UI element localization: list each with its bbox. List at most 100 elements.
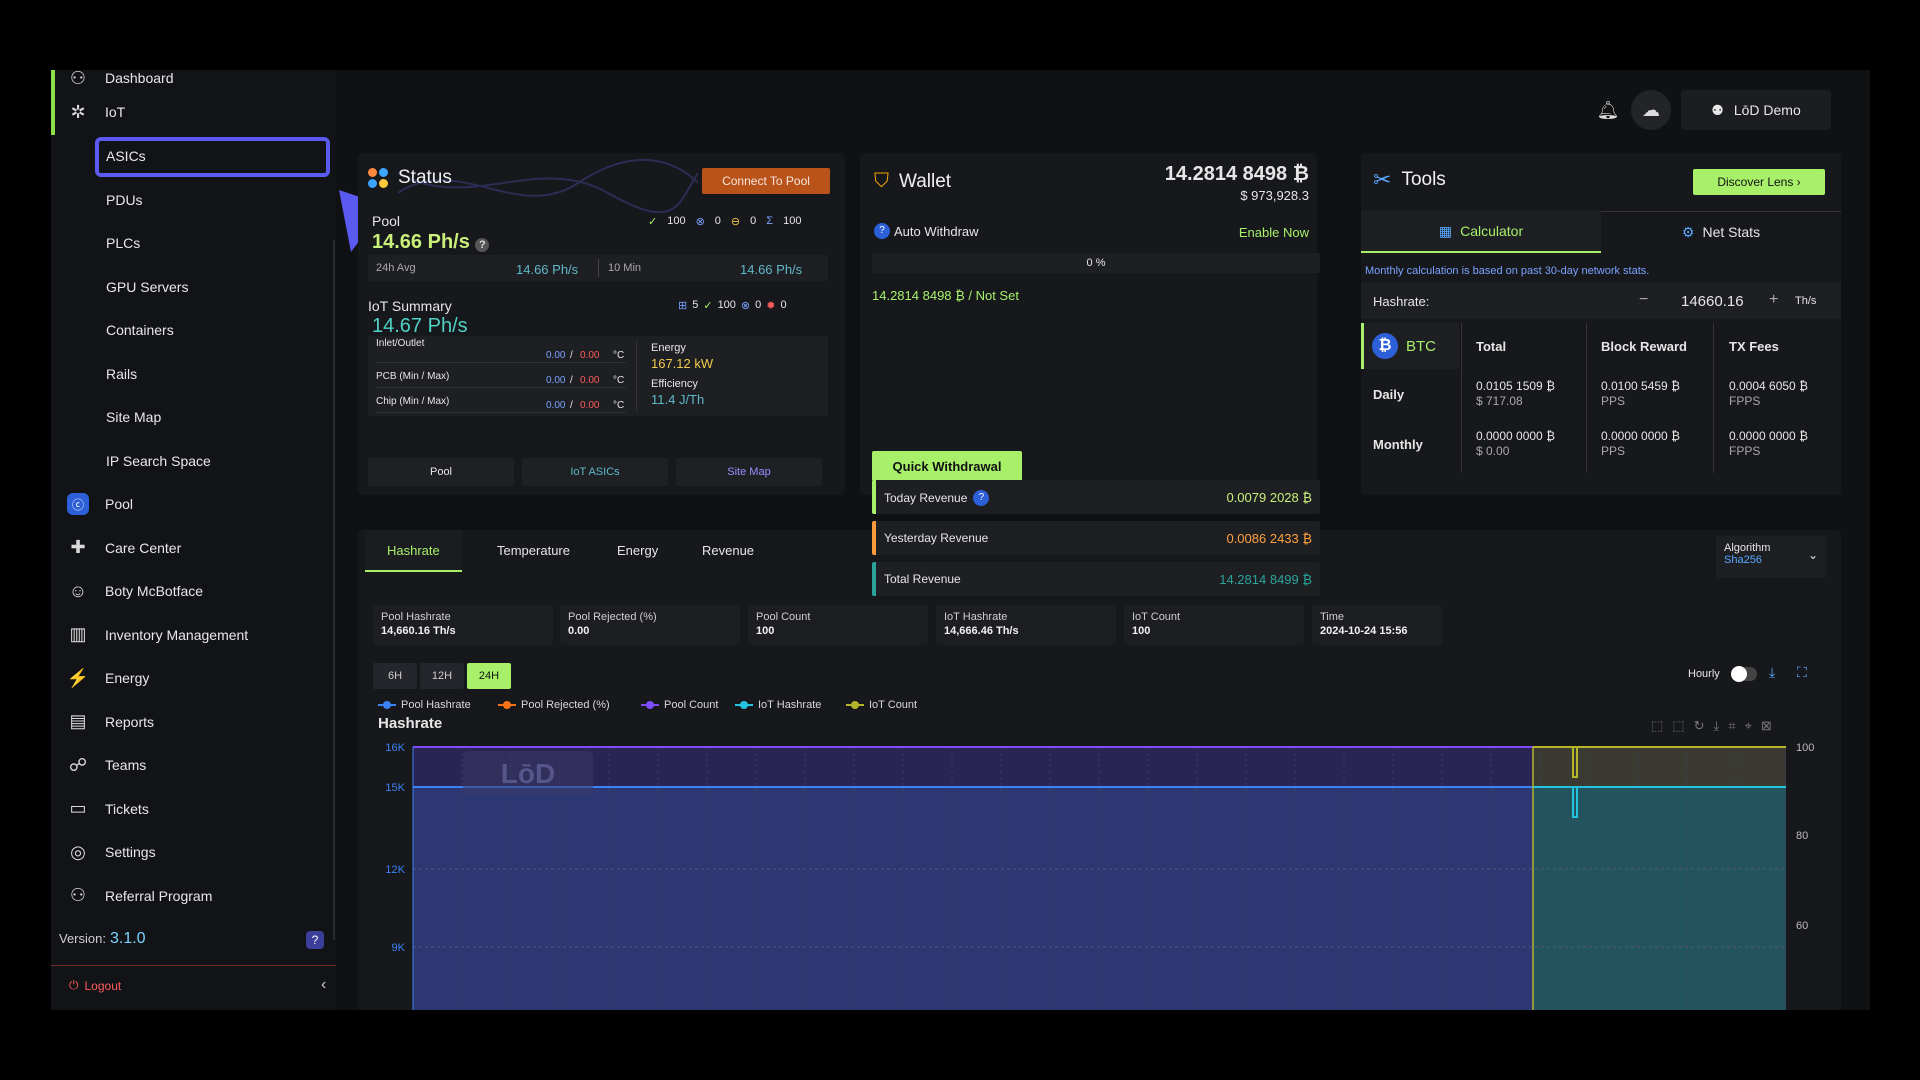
info-icon[interactable]: ? — [973, 490, 990, 506]
temps-box: Inlet/Outlet 0.00/0.00 °C PCB (Min / Max) 0.… — [368, 336, 828, 416]
info-icon[interactable]: ? — [874, 223, 890, 239]
status-panel: Status Connect To Pool Pool ✓ 100 ⊗ 0 ⊖ 0 Σ… — [358, 153, 845, 495]
inventory-icon: ▥ — [69, 624, 87, 644]
sidebar-item-boty-mcbotface[interactable]: ☺ Boty McBotface — [51, 571, 336, 611]
save-image-icon[interactable]: ⤓ — [1714, 718, 1720, 734]
sidebar-item-teams[interactable]: ☍ Teams — [51, 745, 336, 785]
info-icon[interactable]: ? — [475, 238, 490, 252]
range-6h[interactable]: 6H — [373, 663, 417, 689]
chart-toolbox: ⬚ ⬚ ↻ ⤓ ⌗ ⌖ ⊠ — [1651, 718, 1772, 734]
sidebar-subitem-containers[interactable]: Containers — [51, 310, 336, 350]
chart-tab-temperature[interactable]: Temperature — [475, 530, 592, 572]
pool-icon: ⓒ — [67, 493, 89, 515]
sidebar-subitem-plcs[interactable]: PLCs — [51, 223, 336, 263]
calc-table: ₿ BTC Total Block Reward TX Fees Daily 0.010… — [1361, 323, 1841, 473]
sidebar-item-pool[interactable]: ⓒ Pool — [51, 484, 336, 524]
tab-net-stats[interactable]: ⚙ Net Stats — [1601, 211, 1841, 253]
pool-label: Pool — [372, 213, 401, 229]
y-tick-right: 100 — [1796, 742, 1814, 754]
sidebar-subitem-gpu-servers[interactable]: GPU Servers — [51, 267, 336, 307]
sidebar-item-tickets[interactable]: ▭ Tickets — [51, 789, 336, 829]
collapse-sidebar-icon[interactable]: ‹ — [321, 976, 326, 994]
auto-withdraw: ? Auto Withdraw — [874, 223, 979, 239]
wallet-title: ⛉ Wallet — [874, 170, 952, 192]
pool-counts: ✓ 100 ⊗ 0 ⊖ 0 Σ 100 — [648, 215, 802, 228]
connect-to-pool-button[interactable]: Connect To Pool — [702, 168, 830, 194]
referral-icon: ⚇ — [69, 885, 87, 905]
legend-marker — [498, 701, 516, 709]
zoom-icon[interactable]: ⬚ — [1651, 718, 1663, 734]
sidebar: ⚇ Dashboard ✲ IoT ASICs PDUs PLCs GPU Serve… — [51, 70, 336, 1010]
sidebar-item-referral-program[interactable]: ⚇ Referral Program — [51, 876, 336, 916]
zoom-reset-icon[interactable]: ⬚ — [1672, 718, 1684, 734]
legend-marker — [641, 701, 659, 709]
y-tick-left: 16K — [385, 742, 405, 754]
watermark-text: LōD — [501, 758, 555, 789]
server-icon: ⊞ — [678, 300, 688, 312]
algorithm-select[interactable]: Algorithm Sha256 ⌄ — [1716, 536, 1826, 578]
hourly-label: Hourly — [1688, 668, 1720, 680]
chart-tab-revenue[interactable]: Revenue — [680, 530, 776, 572]
hashrate-input-row: Hashrate: − 14660.16 + Th/s — [1361, 283, 1841, 319]
tab-calculator[interactable]: ▦ Calculator — [1361, 211, 1601, 253]
stat-card-1: Pool Rejected (%) 0.00 — [560, 605, 740, 645]
chart-tab-energy[interactable]: Energy — [595, 530, 680, 572]
teams-icon: ☍ — [68, 754, 88, 775]
clear-icon[interactable]: ⊠ — [1761, 718, 1772, 734]
bell-icon[interactable]: 🔔︎ — [1588, 90, 1628, 130]
legend-0[interactable]: Pool Hashrate — [378, 699, 471, 711]
discover-lens-button[interactable]: Discover Lens › — [1693, 169, 1825, 195]
user-menu-button[interactable]: ⚉ LōD Demo — [1681, 90, 1831, 130]
check-icon: ✓ — [648, 216, 658, 228]
help-icon[interactable]: ? — [306, 931, 324, 949]
sidebar-item-settings[interactable]: ◎ Settings — [51, 832, 336, 872]
wallet-usd: $ 973,928.3 — [1240, 188, 1309, 203]
increment-icon[interactable]: + — [1769, 291, 1778, 309]
logout-button[interactable]: ⏻ Logout — [69, 978, 121, 993]
fullscreen-icon[interactable]: ⛶ — [1797, 664, 1807, 681]
brush-poly-icon[interactable]: ⌖ — [1745, 718, 1752, 734]
energy-icon: ⚡ — [66, 667, 90, 688]
iot-hashrate: 14.67 Ph/s — [372, 315, 468, 337]
quick-withdrawal-button[interactable]: Quick Withdrawal — [872, 451, 1022, 481]
sidebar-item-iot[interactable]: ✲ IoT — [51, 92, 336, 132]
download-icon[interactable]: ⤓ — [1769, 664, 1775, 681]
decrement-icon[interactable]: − — [1639, 291, 1648, 309]
legend-4[interactable]: IoT Count — [846, 699, 917, 711]
coin-btc[interactable]: ₿ BTC — [1361, 323, 1459, 369]
sidebar-item-reports[interactable]: ▤ Reports — [51, 702, 336, 742]
range-24h[interactable]: 24H — [467, 663, 511, 689]
sidebar-item-energy[interactable]: ⚡ Energy — [51, 658, 336, 698]
stat-card-5: Time 2024-10-24 15:56 — [1312, 605, 1442, 645]
legend-1[interactable]: Pool Rejected (%) — [498, 699, 610, 711]
revenue-row-2: Total Revenue 14.2814 8499 ₿ — [872, 562, 1320, 596]
stat-card-2: Pool Count 100 — [748, 605, 928, 645]
status-tab-site-map[interactable]: Site Map — [676, 458, 822, 486]
iot-icon: ✲ — [70, 101, 86, 122]
status-tab-iot-asics[interactable]: IoT ASICs — [522, 458, 668, 486]
users-icon: ⚉ — [1711, 101, 1724, 118]
sidebar-subitem-rails[interactable]: Rails — [51, 354, 336, 394]
legend-2[interactable]: Pool Count — [641, 699, 718, 711]
reports-icon: ▤ — [69, 711, 87, 731]
sidebar-item-care-center[interactable]: ✚ Care Center — [51, 528, 336, 568]
withdraw-target: 14.2814 8498 ₿ / Not Set — [872, 288, 1019, 303]
sidebar-subitem-pdus[interactable]: PDUs — [51, 180, 336, 220]
cloud-upload-icon[interactable]: ☁ — [1631, 90, 1671, 130]
calc-note: Monthly calculation is based on past 30-… — [1365, 265, 1650, 277]
hashrate-value[interactable]: 14660.16 — [1681, 293, 1744, 310]
sidebar-item-inventory-management[interactable]: ▥ Inventory Management — [51, 615, 336, 655]
legend-3[interactable]: IoT Hashrate — [735, 699, 821, 711]
status-tab-pool[interactable]: Pool — [368, 458, 514, 486]
sidebar-subitem-ip-search-space[interactable]: IP Search Space — [51, 441, 336, 481]
enable-now-link[interactable]: Enable Now — [1239, 225, 1309, 240]
chart-tab-hashrate[interactable]: Hashrate — [365, 530, 462, 572]
sidebar-subitem-site-map[interactable]: Site Map — [51, 397, 336, 437]
brush-rect-icon[interactable]: ⌗ — [1728, 718, 1735, 734]
range-12h[interactable]: 12H — [420, 663, 464, 689]
restore-icon[interactable]: ↻ — [1694, 718, 1705, 734]
iot-summary-label: IoT Summary — [368, 298, 452, 314]
hourly-toggle[interactable] — [1731, 666, 1757, 682]
y-tick-left: 9K — [392, 942, 406, 954]
y-tick-left: 12K — [385, 864, 405, 876]
